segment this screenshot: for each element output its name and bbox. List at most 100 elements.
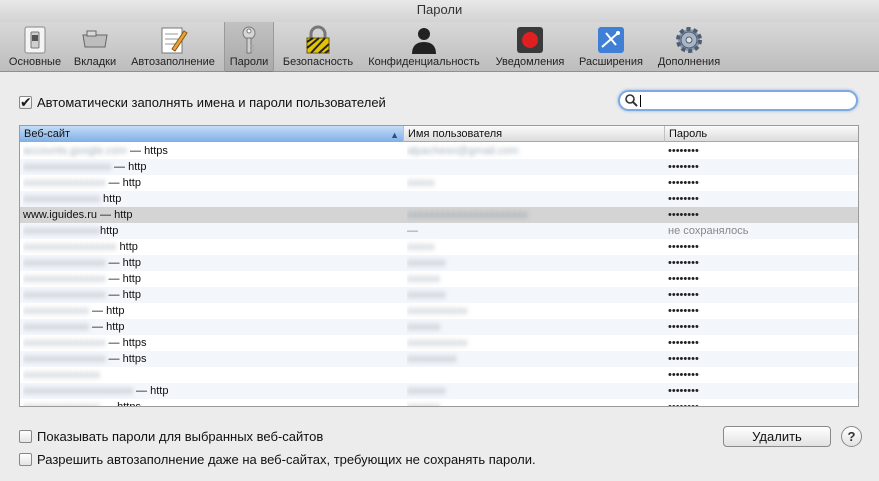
table-row[interactable]: xxxxxxxxxxxxxx http •••••••• [20, 191, 858, 207]
cell-username: xxxxx [407, 175, 665, 191]
show-passwords-label: Показывать пароли для выбранных веб-сайт… [37, 429, 324, 444]
switch-icon [24, 26, 46, 54]
tab-security[interactable]: Безопасность [278, 22, 358, 72]
username-text: xxxxxxxxx [407, 353, 457, 365]
table-row[interactable]: xxxxxxxxxxxxxxx — http xxxxxxx •••••••• [20, 255, 858, 271]
cell-password: •••••••• [668, 385, 699, 397]
table-row[interactable]: xxxxxxxxxxxxxxx — http xxxxx •••••••• [20, 175, 858, 191]
cell-password: •••••••• [668, 257, 699, 269]
cell-website: accounts.google.com — https [23, 143, 403, 159]
tab-general[interactable]: Основные [4, 22, 66, 72]
table-row[interactable]: accounts.google.com — https alpacheso@gma… [20, 143, 858, 159]
website-protocol: — http [89, 305, 125, 317]
table-header: Веб-сайт ▲ Имя пользователя Пароль [20, 126, 858, 142]
allow-autofill-checkbox[interactable] [19, 453, 32, 466]
cell-username [407, 367, 665, 383]
website-blurred-text: xxxxxxxxxxxxxx [23, 369, 100, 381]
website-blurred-text: accounts.google.com [23, 145, 127, 157]
table-row[interactable]: xxxxxxxxxxxxxxx — https xxxxxxxxxxx ••••••… [20, 335, 858, 351]
website-blurred-text: xxxxxxxxxxxxxxx [23, 257, 106, 269]
website-protocol: — http [105, 257, 141, 269]
cell-password: •••••••• [668, 145, 699, 157]
username-text: xxxxxx [407, 321, 440, 333]
username-text: xxxxx [407, 177, 435, 189]
table-row[interactable]: xxxxxxxxxxxxxx — https xxxxxx •••••••• [20, 399, 858, 407]
tab-extensions[interactable]: Расширения [574, 22, 648, 72]
table-row[interactable]: www.iguides.ru — http xxxxxxxxxxxxxxxxxxx… [20, 207, 858, 223]
website-blurred-text: xxxxxxxxxxxxxxxxx [23, 241, 117, 253]
cell-password: •••••••• [668, 337, 699, 349]
key-icon [242, 26, 256, 54]
table-row[interactable]: xxxxxxxxxxxxxxx — https xxxxxxxxx •••••••• [20, 351, 858, 367]
cell-password: •••••••• [668, 289, 699, 301]
column-header-password[interactable]: Пароль [665, 126, 858, 142]
passwords-table: Веб-сайт ▲ Имя пользователя Пароль accou… [19, 125, 859, 407]
column-header-website[interactable]: Веб-сайт ▲ [20, 126, 404, 142]
cell-username [407, 159, 665, 175]
cell-website: xxxxxxxxxxxx — http [23, 303, 403, 319]
table-row[interactable]: xxxxxxxxxxxxxxxx — http •••••••• [20, 159, 858, 175]
website-protocol: — http [105, 289, 141, 301]
cell-website: xxxxxxxxxxxxxxx — https [23, 335, 403, 351]
cell-username [407, 191, 665, 207]
tab-notifications[interactable]: Уведомления [490, 22, 570, 72]
search-field[interactable] [618, 90, 858, 111]
autofill-checkbox[interactable] [19, 94, 32, 111]
cell-password: •••••••• [668, 353, 699, 365]
website-blurred-text: xxxxxxxxxxxxxx [23, 225, 100, 237]
table-row[interactable]: xxxxxxxxxxxxxx •••••••• [20, 367, 858, 383]
table-row[interactable]: xxxxxxxxxxxxxxx — http xxxxxxx •••••••• [20, 287, 858, 303]
tab-autofill[interactable]: Автозаполнение [124, 22, 222, 72]
username-text: xxxxxx [407, 273, 440, 285]
username-text: xxxxxxxxxxxxxxxxxxxxxx [407, 209, 528, 221]
cell-password: •••••••• [668, 401, 699, 407]
preferences-toolbar: Основные Вкладки Автозаполнение Пароли Б… [0, 22, 879, 72]
website-protocol: — http [89, 321, 125, 333]
table-row[interactable]: xxxxxxxxxxxxxxhttp — не сохранялось [20, 223, 858, 239]
column-header-username[interactable]: Имя пользователя [404, 126, 665, 142]
cell-password: •••••••• [668, 369, 699, 381]
table-row[interactable]: xxxxxxxxxxxx — http xxxxxxxxxxx •••••••• [20, 303, 858, 319]
cell-website: xxxxxxxxxxxxxxx — http [23, 255, 403, 271]
window-title: Пароли [0, 0, 879, 22]
pencil-icon [161, 27, 188, 54]
remove-button[interactable]: Удалить [723, 426, 831, 447]
cell-username: xxxxxxxxx [407, 351, 665, 367]
cell-website: xxxxxxxxxxxxxxx — http [23, 287, 403, 303]
website-blurred-text: xxxxxxxxxxxxxxx [23, 273, 106, 285]
website-protocol: — http [105, 177, 141, 189]
website-blurred-text: xxxxxxxxxxxxxxx [23, 289, 106, 301]
website-protocol: http [100, 193, 122, 205]
lock-icon [306, 25, 330, 54]
website-protocol: — https [126, 145, 168, 157]
cell-username: xxxxx [407, 239, 665, 255]
notification-icon [517, 27, 543, 53]
sort-ascending-icon: ▲ [390, 130, 399, 140]
cell-password: •••••••• [668, 177, 699, 189]
username-text: xxxxx [407, 241, 435, 253]
table-row[interactable]: xxxxxxxxxxxxxxxxxxxx — http xxxxxxx ••••••… [20, 383, 858, 399]
username-text: xxxxxxxxxxx [407, 305, 468, 317]
cell-username: xxxxxxxxxxx [407, 303, 665, 319]
website-blurred-text: xxxxxxxxxxxx [23, 321, 89, 333]
website-protocol: — http [133, 385, 169, 397]
website-blurred-text: xxxxxxxxxxxxxxx [23, 353, 106, 365]
tabs-icon [82, 30, 108, 48]
tab-advanced[interactable]: Дополнения [652, 22, 726, 72]
table-row[interactable]: xxxxxxxxxxxxxxxxx http xxxxx •••••••• [20, 239, 858, 255]
username-text: xxxxxxx [407, 257, 446, 269]
tab-passwords[interactable]: Пароли [224, 22, 274, 72]
cell-username: — [407, 223, 665, 239]
help-button[interactable]: ? [841, 426, 862, 447]
cell-username: xxxxxx [407, 271, 665, 287]
website-blurred-text: xxxxxxxxxxxxxxxx [23, 161, 111, 173]
tab-privacy[interactable]: Конфиденциальность [362, 22, 486, 72]
table-row[interactable]: xxxxxxxxxxxx — http xxxxxx •••••••• [20, 319, 858, 335]
cell-website: xxxxxxxxxxxxxx http [23, 191, 403, 207]
cell-website: xxxxxxxxxxxx — http [23, 319, 403, 335]
show-passwords-checkbox[interactable] [19, 430, 32, 443]
table-row[interactable]: xxxxxxxxxxxxxxx — http xxxxxx •••••••• [20, 271, 858, 287]
tab-tabs[interactable]: Вкладки [68, 22, 122, 72]
text-caret [640, 95, 641, 107]
cell-website: xxxxxxxxxxxxxxx — https [23, 351, 403, 367]
